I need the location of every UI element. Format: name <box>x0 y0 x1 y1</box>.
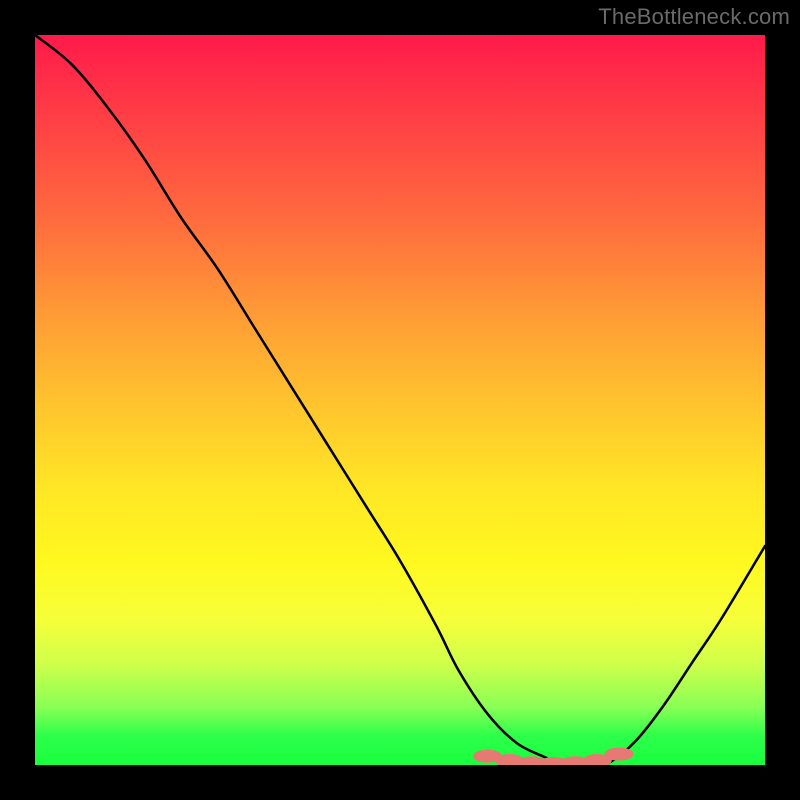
marker-dot <box>604 747 633 760</box>
curve-line <box>35 35 765 765</box>
chart-frame: TheBottleneck.com <box>0 0 800 800</box>
minimum-markers <box>473 747 634 765</box>
watermark-text: TheBottleneck.com <box>598 4 790 30</box>
chart-svg <box>35 35 765 765</box>
plot-area <box>35 35 765 765</box>
